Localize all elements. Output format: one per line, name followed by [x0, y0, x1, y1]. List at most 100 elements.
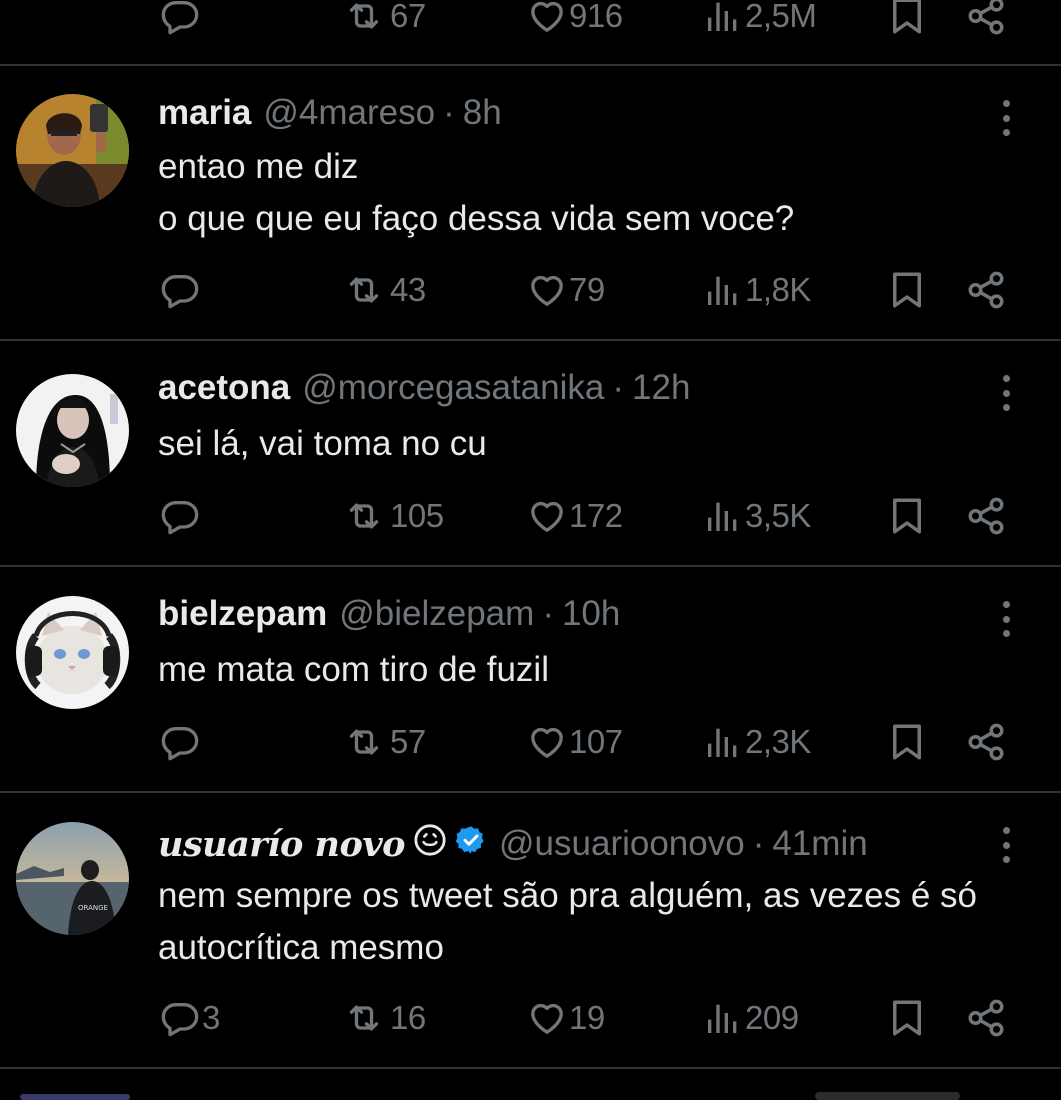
- top-tweet-actions: 67 916 2,5M: [0, 0, 1061, 46]
- repost-button[interactable]: 57: [340, 712, 426, 772]
- repost-button[interactable]: 67: [340, 0, 426, 46]
- like-count: 916: [569, 0, 623, 34]
- reply-button[interactable]: [160, 0, 202, 46]
- like-count: 79: [569, 271, 605, 308]
- display-name[interactable]: bielzepam: [158, 594, 327, 634]
- tweet-actions: 43 79 1,8K: [0, 260, 1061, 320]
- verified-badge-icon[interactable]: [455, 824, 487, 865]
- tweet-header: usuarío novo @usuarioonovo · 41min: [158, 821, 868, 867]
- views-icon: [703, 722, 743, 762]
- like-button[interactable]: 172: [527, 486, 623, 546]
- views-button[interactable]: 2,5M: [703, 0, 817, 46]
- like-button[interactable]: 19: [527, 988, 605, 1048]
- more-icon[interactable]: [992, 371, 1020, 415]
- bookmark-icon: [886, 997, 928, 1039]
- bookmark-button[interactable]: [886, 712, 928, 772]
- bookmark-icon: [886, 495, 928, 537]
- timestamp[interactable]: 41min: [772, 824, 867, 864]
- heart-icon: [527, 998, 567, 1038]
- share-button[interactable]: [965, 486, 1007, 546]
- share-button[interactable]: [965, 0, 1007, 46]
- reply-icon: [160, 0, 200, 36]
- timestamp[interactable]: 8h: [463, 93, 502, 133]
- avatar[interactable]: [16, 94, 129, 207]
- repost-button[interactable]: 105: [340, 486, 444, 546]
- like-count: 172: [569, 497, 623, 534]
- views-icon: [703, 998, 743, 1038]
- display-name[interactable]: acetona: [158, 368, 290, 408]
- views-button[interactable]: 209: [703, 988, 799, 1048]
- repost-count: 105: [390, 497, 444, 534]
- views-icon: [703, 0, 743, 36]
- like-button[interactable]: 107: [527, 712, 623, 772]
- bookmark-icon: [886, 0, 928, 37]
- share-icon: [965, 495, 1007, 537]
- tweet-actions: 57 107 2,3K: [0, 712, 1061, 772]
- like-button[interactable]: 916: [527, 0, 623, 46]
- repost-icon: [340, 0, 388, 36]
- heart-icon: [527, 0, 567, 36]
- user-handle[interactable]: @4mareso: [263, 93, 435, 133]
- tweet[interactable]: bielzepam @bielzepam · 10h me mata com t…: [0, 567, 1061, 791]
- reply-icon: [160, 998, 200, 1038]
- tweet-actions: 3 16 19 209: [0, 988, 1061, 1048]
- repost-count: 57: [390, 723, 426, 760]
- repost-button[interactable]: 16: [340, 988, 426, 1048]
- views-button[interactable]: 3,5K: [703, 486, 811, 546]
- user-handle[interactable]: @morcegasatanika: [302, 368, 604, 408]
- tweet-header: maria @4mareso · 8h: [158, 90, 502, 136]
- tweet-header: acetona @morcegasatanika · 12h: [158, 365, 690, 411]
- repost-button[interactable]: 43: [340, 260, 426, 320]
- share-button[interactable]: [965, 712, 1007, 772]
- bookmark-button[interactable]: [886, 260, 928, 320]
- reply-icon: [160, 722, 200, 762]
- avatar[interactable]: ORANGE: [16, 822, 129, 935]
- tweet-actions: 105 172 3,5K: [0, 486, 1061, 546]
- bookmark-button[interactable]: [886, 0, 928, 46]
- next-tweet-preview: [20, 1094, 130, 1100]
- reply-button[interactable]: 3: [160, 988, 220, 1048]
- separator-dot: ·: [443, 93, 455, 132]
- more-icon[interactable]: [992, 96, 1020, 140]
- timestamp[interactable]: 12h: [632, 368, 690, 408]
- user-handle[interactable]: @bielzepam: [339, 594, 534, 634]
- tweet[interactable]: ORANGE usuarío novo @usuarioonovo · 41mi…: [0, 793, 1061, 1067]
- heart-icon: [527, 496, 567, 536]
- bookmark-button[interactable]: [886, 486, 928, 546]
- heart-icon: [527, 722, 567, 762]
- user-handle[interactable]: @usuarioonovo: [499, 824, 745, 864]
- tweet[interactable]: maria @4mareso · 8h entao me diz o que q…: [0, 66, 1061, 340]
- views-count: 2,3K: [745, 723, 811, 760]
- bookmark-button[interactable]: [886, 988, 928, 1048]
- smiley-icon: [413, 823, 447, 866]
- views-count: 209: [745, 999, 799, 1036]
- views-button[interactable]: 1,8K: [703, 260, 811, 320]
- reply-count: 3: [202, 999, 220, 1036]
- timestamp[interactable]: 10h: [562, 594, 620, 634]
- views-count: 2,5M: [745, 0, 817, 34]
- tweet-text: entao me diz o que que eu faço dessa vid…: [158, 147, 795, 238]
- tweet-text: me mata com tiro de fuzil: [158, 650, 549, 689]
- avatar[interactable]: [16, 596, 129, 709]
- tweet[interactable]: acetona @morcegasatanika · 12h sei lá, v…: [0, 341, 1061, 565]
- display-name[interactable]: maria: [158, 93, 251, 133]
- like-count: 19: [569, 999, 605, 1036]
- like-button[interactable]: 79: [527, 260, 605, 320]
- reply-button[interactable]: [160, 712, 202, 772]
- avatar-shirt-text: ORANGE: [78, 904, 108, 912]
- reply-button[interactable]: [160, 486, 202, 546]
- views-button[interactable]: 2,3K: [703, 712, 811, 772]
- more-icon[interactable]: [992, 597, 1020, 641]
- more-icon[interactable]: [992, 823, 1020, 867]
- share-icon: [965, 0, 1007, 37]
- bookmark-icon: [886, 269, 928, 311]
- display-name[interactable]: usuarío novo: [158, 824, 406, 865]
- views-count: 3,5K: [745, 497, 811, 534]
- share-button[interactable]: [965, 260, 1007, 320]
- avatar[interactable]: [16, 374, 129, 487]
- reply-button[interactable]: [160, 260, 202, 320]
- share-button[interactable]: [965, 988, 1007, 1048]
- repost-icon: [340, 998, 388, 1038]
- separator-dot: ·: [612, 368, 625, 407]
- floating-pill[interactable]: [815, 1092, 960, 1100]
